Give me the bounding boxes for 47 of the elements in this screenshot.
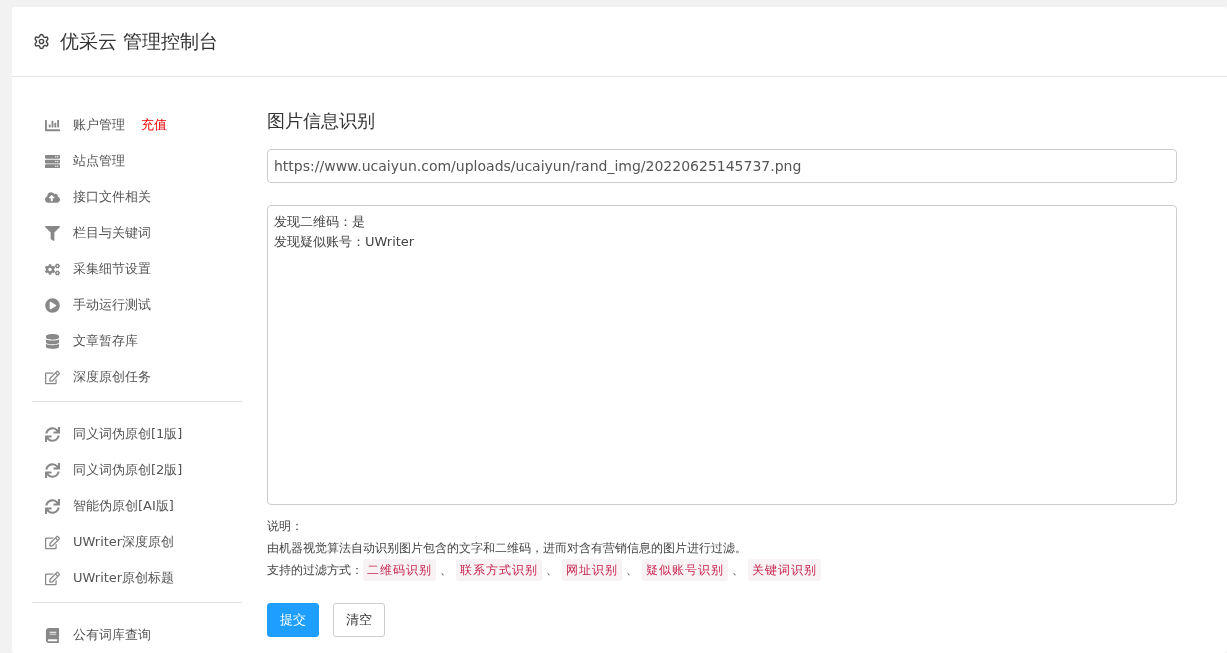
method-tag: 二维码识别 <box>363 559 436 581</box>
menu-item[interactable]: 栏目与关键词 <box>73 224 151 242</box>
edit-icon <box>44 369 61 385</box>
section-title: 图片信息识别 <box>267 109 376 133</box>
menu-item[interactable]: 同义词伪原创[1版] <box>73 425 183 443</box>
separator: 、 <box>626 562 638 579</box>
separator: 、 <box>732 562 744 579</box>
menu-item[interactable]: 站点管理 <box>73 152 125 170</box>
method-tag: 疑似账号识别 <box>642 559 728 581</box>
menu-item[interactable]: UWriter深度原创 <box>73 533 175 551</box>
cloud-upload-icon <box>44 189 61 205</box>
play-icon <box>44 297 61 313</box>
settings-icon <box>33 33 50 50</box>
menu-item[interactable]: UWriter原创标题 <box>73 569 175 587</box>
bar-chart-icon <box>44 117 61 133</box>
separator: 、 <box>546 562 558 579</box>
menu-item[interactable]: 公有词库查询 <box>73 626 151 644</box>
method-tag: 关键词识别 <box>748 559 821 581</box>
menu-item[interactable]: 账户管理 <box>73 116 125 134</box>
console-title: 优采云 管理控制台 <box>60 28 219 54</box>
refresh-icon <box>44 462 61 478</box>
menu-item[interactable]: 深度原创任务 <box>73 368 151 386</box>
note-label: 说明： <box>267 518 304 535</box>
refresh-icon <box>44 426 61 442</box>
edit-icon <box>44 534 61 550</box>
database-icon <box>44 333 61 349</box>
gears-icon <box>44 261 61 277</box>
edit-icon <box>44 570 61 586</box>
menu-item[interactable]: 同义词伪原创[2版] <box>73 461 183 479</box>
result-box[interactable]: 发现二维码：是 发现疑似账号：UWriter <box>267 205 1177 505</box>
book-icon <box>44 627 61 643</box>
filter-icon <box>44 225 61 241</box>
menu-item[interactable]: 智能伪原创[AI版] <box>73 497 174 515</box>
server-icon <box>44 153 61 169</box>
method-tag: 联系方式识别 <box>456 559 542 581</box>
menu-item[interactable]: 手动运行测试 <box>73 296 151 314</box>
separator: 、 <box>440 562 452 579</box>
menu-item[interactable]: 接口文件相关 <box>73 188 151 206</box>
menu-item[interactable]: 文章暂存库 <box>73 332 138 350</box>
note-text: 由机器视觉算法自动识别图片包含的文字和二维码，进而对含有营销信息的图片进行过滤。 <box>267 540 748 557</box>
refresh-icon <box>44 498 61 514</box>
recharge-link[interactable]: 充值 <box>141 116 167 134</box>
menu-item[interactable]: 采集细节设置 <box>73 260 151 278</box>
method-tag: 网址识别 <box>562 559 622 581</box>
methods-label: 支持的过滤方式： <box>267 562 363 579</box>
clear-button[interactable]: 清空 <box>333 603 385 637</box>
url-field[interactable]: https://www.ucaiyun.com/uploads/ucaiyun/rand_img/20220625145737.png <box>267 149 1177 183</box>
